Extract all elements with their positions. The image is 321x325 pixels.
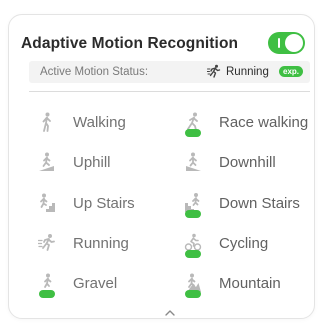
mode-label: Uphill (73, 154, 111, 171)
mode-label: Gravel (73, 275, 118, 292)
toggle-knob (285, 34, 303, 52)
mode-downhill[interactable]: Downhill (182, 151, 312, 177)
mode-label: Race walking (219, 114, 309, 131)
chevron-up-icon[interactable] (163, 308, 177, 318)
mode-label: Downhill (219, 154, 276, 171)
motion-recognition-toggle[interactable] (268, 32, 305, 54)
mode-running[interactable]: Running (36, 232, 146, 258)
running-icon (36, 232, 58, 258)
active-motion-status-bar: Active Motion Status: Running exp. (29, 61, 310, 83)
mode-race-walking[interactable]: Race walking (182, 111, 312, 137)
walking-icon (36, 111, 58, 137)
divider (29, 91, 310, 92)
card-title: Adaptive Motion Recognition (21, 35, 239, 52)
mode-mountain[interactable]: Mountain (182, 272, 312, 298)
exp-badge (39, 290, 55, 298)
mode-label: Cycling (219, 235, 269, 252)
downhill-icon (182, 151, 204, 177)
mode-down-stairs[interactable]: Down Stairs (182, 192, 312, 218)
mode-label: Walking (73, 114, 126, 131)
exp-badge (185, 129, 201, 137)
mode-up-stairs[interactable]: Up Stairs (36, 192, 146, 218)
mode-label: Mountain (219, 275, 281, 292)
experimental-badge: exp. (279, 66, 304, 77)
cycling-icon (182, 232, 204, 258)
uphill-icon (36, 151, 58, 177)
mode-gravel[interactable]: Gravel (36, 272, 146, 298)
mode-label: Up Stairs (73, 195, 135, 212)
exp-badge (185, 210, 201, 218)
mode-label: Down Stairs (219, 195, 300, 212)
exp-badge (185, 290, 201, 298)
running-icon (207, 64, 221, 78)
mode-walking[interactable]: Walking (36, 111, 146, 137)
race-walking-icon (182, 111, 204, 137)
gravel-icon (36, 272, 58, 298)
status-value: Running (226, 66, 269, 78)
status-label: Active Motion Status: (40, 66, 149, 78)
exp-badge (185, 250, 201, 258)
mountain-icon (182, 272, 204, 298)
toggle-on-mark (278, 38, 280, 48)
mode-label: Running (73, 235, 129, 252)
mode-uphill[interactable]: Uphill (36, 151, 146, 177)
mode-cycling[interactable]: Cycling (182, 232, 312, 258)
up-stairs-icon (36, 192, 58, 218)
down-stairs-icon (182, 192, 204, 218)
